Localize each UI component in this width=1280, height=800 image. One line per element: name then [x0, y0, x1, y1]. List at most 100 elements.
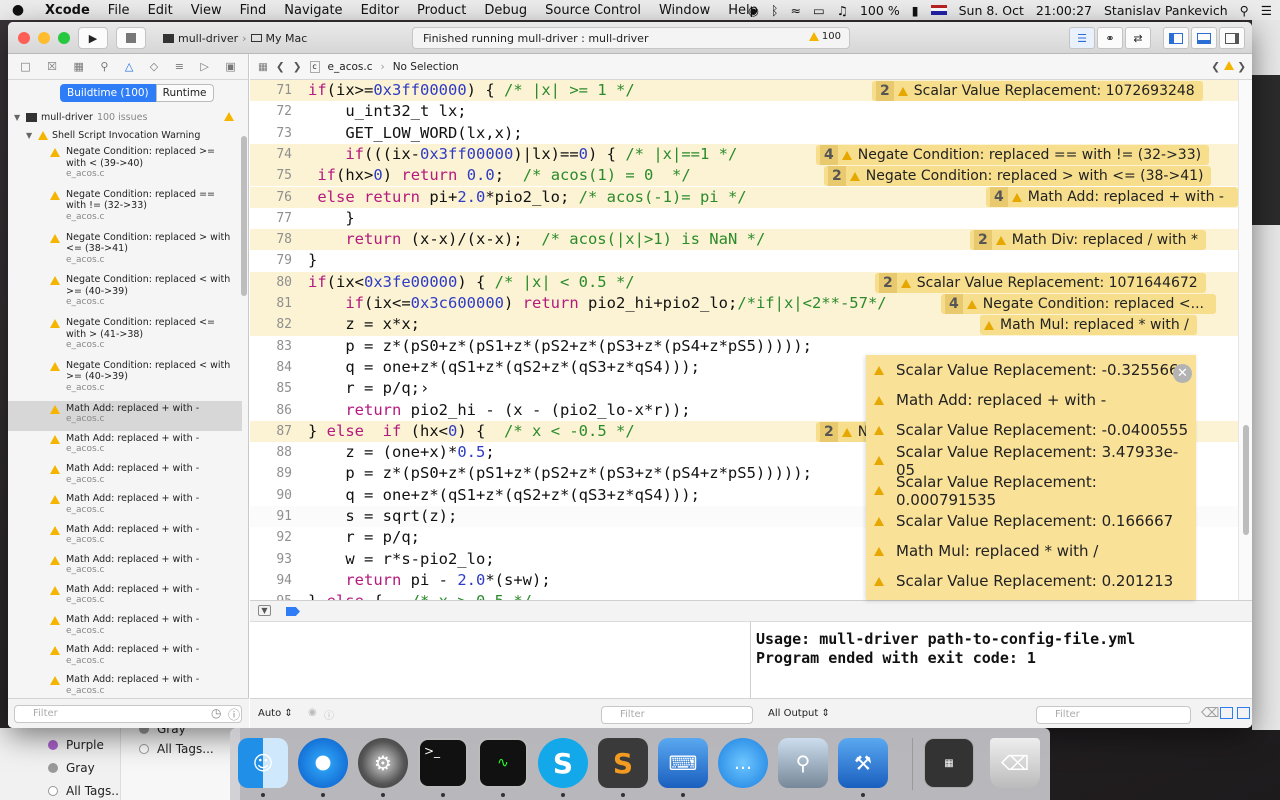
issue-list-item[interactable]: Math Add: replaced + with - e_acos.c	[8, 582, 242, 612]
related-items-icon[interactable]: ▦	[258, 61, 268, 73]
notification-center-icon[interactable]: ☰	[1261, 3, 1272, 18]
terminal-icon[interactable]: >_	[418, 738, 468, 788]
issue-list-item[interactable]: Negate Condition: replaced < with >= (40…	[8, 272, 242, 315]
issue-badge[interactable]: 2 Math Div: replaced / with *	[970, 230, 1206, 250]
issue-list-item[interactable]: Math Add: replaced + with - e_acos.c	[8, 612, 242, 642]
sublime-text-icon[interactable]: S	[598, 738, 648, 788]
trash-icon[interactable]: ⌫	[1201, 706, 1219, 721]
menu-navigate[interactable]: Navigate	[275, 3, 351, 18]
toggle-navigator-button[interactable]	[1163, 27, 1189, 49]
wifi-icon[interactable]: ≈	[790, 3, 800, 18]
zoom-window-button[interactable]	[58, 32, 70, 44]
tab-buildtime[interactable]: Buildtime (100)	[60, 84, 156, 102]
issue-list-item[interactable]: Math Add: replaced + with - e_acos.c	[8, 461, 242, 491]
popover-issue-row[interactable]: Scalar Value Replacement: -0.325566	[866, 355, 1196, 385]
tag-purple[interactable]: Purple	[66, 738, 104, 752]
issue-list-item[interactable]: Negate Condition: replaced < with >= (40…	[8, 358, 242, 401]
apple-icon[interactable]: ●	[0, 2, 36, 18]
scheme-selector[interactable]: mull-driver › My Mac	[163, 28, 307, 48]
hide-debug-icon[interactable]: ▼	[258, 605, 271, 616]
navigator-filter-input[interactable]: Filter	[14, 705, 242, 723]
run-button[interactable]: ▶	[78, 27, 108, 49]
close-window-button[interactable]	[18, 32, 30, 44]
console-output[interactable]: Usage: mull-driver path-to-config-file.y…	[752, 622, 1252, 698]
issue-list-item[interactable]: Math Add: replaced + with - e_acos.c	[8, 400, 242, 431]
user-name[interactable]: Stanislav Pankevich	[1104, 3, 1228, 18]
menu-find[interactable]: Find	[231, 3, 276, 18]
breakpoint-icon[interactable]: ▷	[200, 60, 208, 73]
forward-button[interactable]: ❯	[293, 61, 302, 73]
breakpoints-toggle-icon[interactable]	[286, 607, 300, 616]
issue-badge[interactable]: 2 Scalar Value Replacement: 1072693248	[872, 81, 1203, 101]
close-icon[interactable]: ✕	[1173, 364, 1192, 383]
disclosure-icon[interactable]: ▼	[14, 113, 22, 122]
info-icon[interactable]: ⓘ	[324, 707, 334, 722]
warning-filter-icon[interactable]: ⓘ	[228, 706, 240, 723]
folder-icon[interactable]: □	[20, 60, 30, 73]
issue-list-item[interactable]: Math Add: replaced + with - e_acos.c	[8, 642, 242, 672]
menu-editor[interactable]: Editor	[352, 3, 408, 18]
tag-all[interactable]: All Tags...	[66, 784, 123, 798]
disclosure-icon[interactable]: ▼	[26, 131, 34, 140]
issue-badge[interactable]: 4 Negate Condition: replaced == with != (…	[816, 145, 1210, 165]
console-filter-input[interactable]: Filter	[1036, 706, 1191, 724]
back-button[interactable]: ❮	[276, 61, 285, 73]
bluetooth-icon[interactable]: ᛒ	[771, 3, 779, 18]
menu-app[interactable]: Xcode	[36, 3, 99, 18]
group-row[interactable]: ▼ Shell Script Invocation Warning	[8, 126, 242, 144]
toolbar-warnings[interactable]: 100	[808, 31, 841, 42]
auto-selector[interactable]: Auto ⇕	[258, 708, 293, 719]
eye-icon[interactable]: ◉	[308, 707, 317, 718]
navigator-scrollbar[interactable]	[241, 136, 247, 296]
issue-prev-icon[interactable]: ❮	[1211, 61, 1220, 73]
jump-selection[interactable]: No Selection	[393, 61, 459, 73]
popover-issue-row[interactable]: Scalar Value Replacement: 3.47933e-05	[866, 443, 1196, 479]
xcode-icon[interactable]: ⚒	[838, 738, 888, 788]
trash-dock-icon[interactable]: ⌫	[990, 738, 1040, 788]
simulator-icon[interactable]: ⌨	[658, 738, 708, 788]
volume-icon[interactable]: ♫	[837, 3, 848, 18]
safari-icon[interactable]: ✦	[298, 738, 348, 788]
skype-icon[interactable]: S	[538, 738, 588, 788]
minimize-window-button[interactable]	[38, 32, 50, 44]
menu-view[interactable]: View	[182, 3, 231, 18]
popover-issue-row[interactable]: Scalar Value Replacement: 0.166667	[866, 506, 1196, 536]
tag-all-2[interactable]: All Tags...	[157, 742, 214, 756]
issue-badge[interactable]: 4 Negate Condition: replaced <...	[941, 294, 1216, 314]
toggle-utilities-button[interactable]	[1219, 27, 1245, 49]
activity-monitor-icon[interactable]: ∿	[478, 738, 528, 788]
jump-file[interactable]: e_acos.c	[328, 61, 373, 73]
creative-cloud-icon[interactable]: ◉	[748, 3, 759, 18]
preview-icon[interactable]: ⚲	[778, 738, 828, 788]
toggle-debug-button[interactable]	[1191, 27, 1217, 49]
airplay-icon[interactable]: ▭	[813, 3, 825, 18]
issue-list-item[interactable]: Math Add: replaced + with - e_acos.c	[8, 431, 242, 461]
spotlight-icon[interactable]: ⚲	[1240, 3, 1249, 18]
assistant-editor-button[interactable]: ⚭	[1097, 27, 1123, 49]
issue-next-icon[interactable]: ❯	[1237, 61, 1246, 73]
menu-file[interactable]: File	[99, 3, 139, 18]
project-row[interactable]: ▼ mull-driver 100 issues	[8, 108, 242, 126]
stop-button[interactable]	[116, 27, 146, 49]
report-icon[interactable]: ▣	[225, 60, 235, 73]
issue-list-item[interactable]: Math Add: replaced + with - e_acos.c	[8, 552, 242, 582]
issue-list-item[interactable]: Negate Condition: replaced == with != (3…	[8, 187, 242, 230]
destination-name[interactable]: My Mac	[266, 32, 308, 45]
issue-badge[interactable]: 2 Negate Condition: replaced > with <= (3…	[824, 166, 1212, 186]
popover-issue-row[interactable]: Scalar Value Replacement: 0.201213	[866, 566, 1196, 596]
test-icon[interactable]: ◇	[150, 60, 158, 73]
split-left-icon[interactable]	[1220, 707, 1233, 719]
messages-icon[interactable]: …	[718, 738, 768, 788]
issue-badge[interactable]: 2 Scalar Value Replacement: 1071644672	[875, 273, 1206, 293]
tag-gray[interactable]: Gray	[66, 761, 95, 775]
finder-icon[interactable]: ☺	[238, 738, 288, 788]
issue-list-item[interactable]: Negate Condition: replaced >= with < (39…	[8, 144, 242, 187]
minimized-window-icon[interactable]: ▦	[924, 738, 974, 788]
popover-issue-row[interactable]: Scalar Value Replacement: 0.000791535	[866, 473, 1196, 509]
issue-list-item[interactable]: Math Add: replaced + with - e_acos.c	[8, 522, 242, 552]
popover-issue-row[interactable]: Math Mul: replaced * with /	[866, 536, 1196, 566]
editor-scrollbar[interactable]	[1238, 80, 1252, 600]
menu-window[interactable]: Window	[650, 3, 719, 18]
clock-time[interactable]: 21:00:27	[1036, 3, 1092, 18]
debug-icon[interactable]: ≡	[175, 60, 184, 73]
